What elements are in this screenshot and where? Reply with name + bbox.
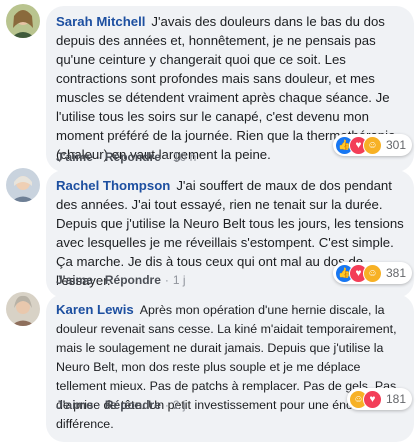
comment-timestamp[interactable]: 2 j [173,398,186,412]
separator-dot: · [164,150,169,164]
reactions-summary[interactable]: ☺ ♥ 181 [346,388,412,410]
haha-icon: ☺ [362,135,382,155]
comment-bubble: Karen Lewis Après mon opération d'une her… [46,294,414,442]
comment-author[interactable]: Sarah Mitchell [56,14,145,29]
reactions-summary[interactable]: 👍 ♥ ☺ 301 [332,134,412,156]
like-button[interactable]: J'aime [56,398,93,412]
comment-actions: J'aime · Répondre · 2 j [56,397,186,413]
separator-dot: · [96,398,101,412]
comment-timestamp[interactable]: 1 j [173,273,186,287]
reply-button[interactable]: Répondre [105,273,161,287]
comment-actions: J'aime · Répondre · 1 j [56,272,186,288]
reply-button[interactable]: Répondre [105,150,161,164]
separator-dot: · [96,273,101,287]
separator-dot: · [164,398,169,412]
like-button[interactable]: J'aime [56,273,93,287]
love-icon: ♥ [362,389,382,409]
comment-author[interactable]: Rachel Thompson [56,178,170,193]
comment-actions: J'aime · Répondre · 10 h [56,149,196,165]
reaction-count: 381 [385,266,406,280]
reply-button[interactable]: Répondre [105,398,161,412]
comment-timestamp[interactable]: 10 h [173,150,196,164]
reactions-summary[interactable]: 👍 ♥ ☺ 381 [332,262,412,284]
avatar[interactable] [6,292,40,326]
reaction-count: 301 [385,138,406,152]
avatar[interactable] [6,168,40,202]
haha-icon: ☺ [362,263,382,283]
like-button[interactable]: J'aime [56,150,93,164]
reaction-count: 181 [385,392,406,406]
separator-dot: · [164,273,169,287]
separator-dot: · [96,150,101,164]
comment-author[interactable]: Karen Lewis [56,302,134,317]
avatar[interactable] [6,4,40,38]
